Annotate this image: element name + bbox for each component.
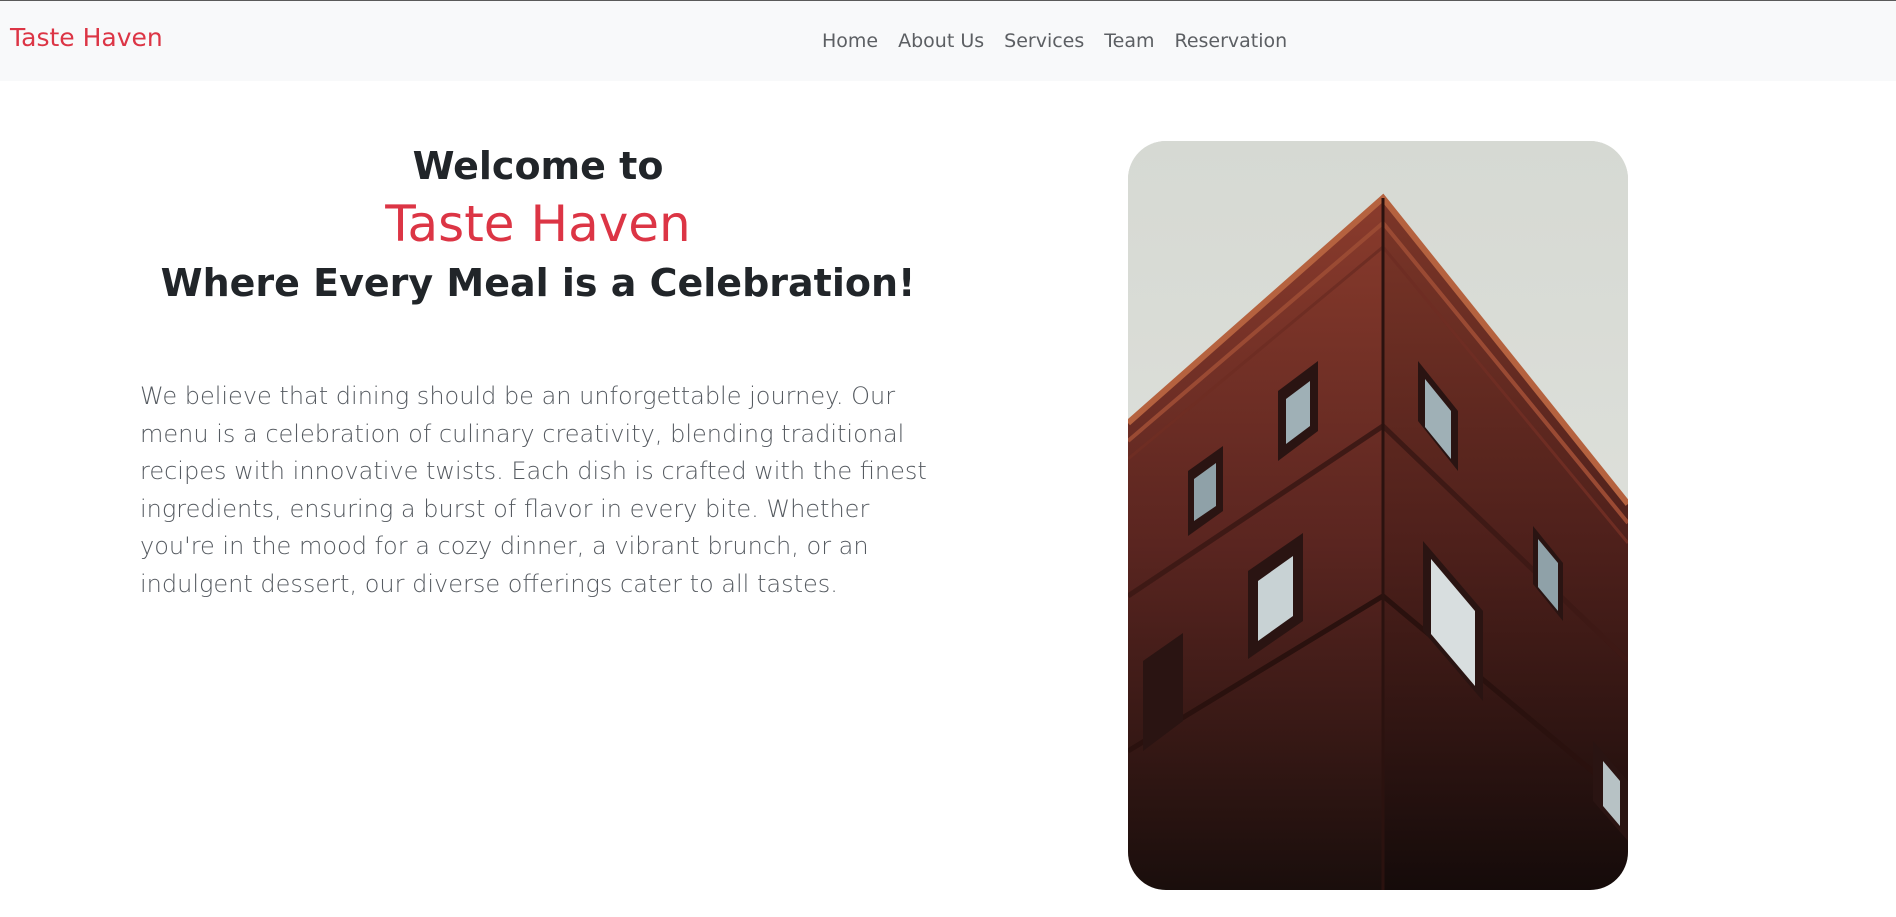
nav-link-services[interactable]: Services xyxy=(994,30,1094,52)
hero-building-image xyxy=(1128,141,1628,890)
tagline-heading: Where Every Meal is a Celebration! xyxy=(160,261,916,305)
nav-menu: Home About Us Services Team Reservation xyxy=(812,30,1297,52)
hero-heading: Welcome to Taste Haven Where Every Meal … xyxy=(120,140,956,310)
welcome-heading: Welcome to xyxy=(412,144,664,188)
brand-link[interactable]: Taste Haven xyxy=(10,23,163,52)
nav-link-team[interactable]: Team xyxy=(1094,30,1164,52)
nav-link-about-us[interactable]: About Us xyxy=(888,30,994,52)
navbar: Taste Haven Home About Us Services Team … xyxy=(0,0,1896,81)
brand-heading: Taste Haven xyxy=(385,195,691,253)
nav-link-reservation[interactable]: Reservation xyxy=(1164,30,1297,52)
nav-link-home[interactable]: Home xyxy=(812,30,888,52)
hero-description: We believe that dining should be an unfo… xyxy=(140,382,927,598)
